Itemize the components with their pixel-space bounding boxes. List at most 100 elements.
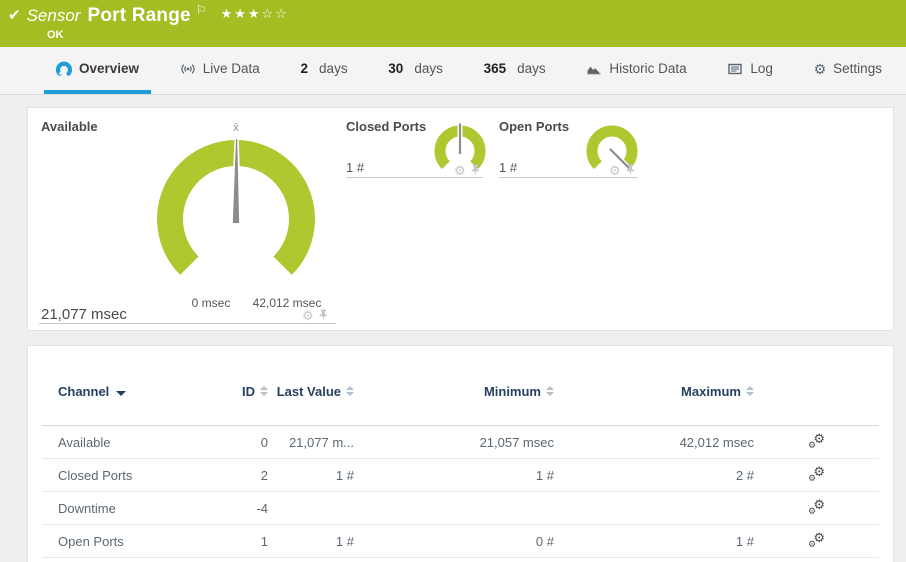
sort-icon [346,385,354,396]
tab-label: Settings [833,61,882,76]
tab-bar: Overview Live Data 2 days 30 days 365 da… [0,47,906,95]
pin-icon[interactable] [318,309,329,322]
column-header-last-value[interactable]: Last Value [268,384,354,399]
historic-data-chart-icon [587,66,601,74]
cell-last-value: 1 # [335,468,354,483]
channel-settings-icon[interactable]: ⚙ ⚙ [808,432,825,450]
tab-log[interactable]: Log [715,47,785,94]
cell-maximum: 1 # [735,534,754,549]
cell-id: 1 [260,534,268,549]
gauge-mini-icons: ⚙ [609,164,636,177]
column-header-channel[interactable]: Channel [42,384,172,399]
sort-icon [546,385,554,396]
column-header-id[interactable]: ID [172,384,268,399]
log-list-icon [728,63,743,74]
sort-caret-down-icon [116,391,127,396]
sort-icon [260,385,268,396]
status-badge: OK [47,29,64,41]
tab-label: Log [750,61,773,76]
tab-label: days [414,61,443,76]
gauge-title-open-ports: Open Ports [499,119,570,134]
gauge-min-label: 0 msec [191,296,231,310]
cell-channel[interactable]: Downtime [42,492,172,525]
tab-settings[interactable]: ⚙ Settings [802,47,894,94]
divider [499,177,638,178]
table-row-closed-ports[interactable]: Closed Ports 2 1 # 1 # 2 # ⚙ ⚙ [42,459,879,492]
gauges-panel: Available x̄ 0 msec 42,012 msec 21,077 m… [27,107,894,331]
gauge-mini-icons: ⚙ [454,164,481,177]
open-ports-last-value: 1 # [499,160,518,175]
settings-gear-icon: ⚙ [813,60,827,77]
sensor-kind-label: Sensor [26,6,81,25]
closed-ports-last-value: 1 # [346,160,365,175]
cell-channel[interactable]: Available [42,426,172,459]
cell-id: 0 [260,435,268,450]
mean-marker: x̄ [233,122,239,134]
cell-id: -4 [256,501,268,516]
channels-table-panel: Channel ID Last Value Minimum Maximum Av… [27,345,894,562]
cell-maximum: 2 # [735,468,754,483]
channel-settings-icon[interactable]: ⚙ ⚙ [808,498,825,516]
cell-channel[interactable]: Open Ports [42,525,172,558]
cell-last-value: 21,077 m... [288,435,354,450]
sensor-header-line: ✔ Sensor Port Range ⚐ ★★★☆☆ [8,3,289,27]
divider [39,323,336,324]
priority-star-rating[interactable]: ★★★☆☆ [221,6,289,22]
available-gauge: x̄ [157,122,315,275]
tab-overview[interactable]: Overview [44,47,152,94]
tab-label: days [319,61,348,76]
gauge-icon [56,61,72,76]
column-label: Last Value [276,384,341,399]
cell-channel[interactable]: Closed Ports [42,459,172,492]
cell-minimum: 1 # [535,468,554,483]
table-row-available[interactable]: Available 0 21,077 m... 21,057 msec 42,0… [42,426,879,459]
flag-icon[interactable]: ⚐ [196,3,207,17]
cell-minimum: 0 # [535,534,554,549]
pin-icon[interactable] [470,164,481,177]
available-last-value: 21,077 msec [41,306,127,323]
channel-settings-icon[interactable]: ⚙ ⚙ [808,531,825,549]
table-row-open-ports[interactable]: Open Ports 1 1 # 0 # 1 # ⚙ ⚙ [42,525,879,558]
tab-365-days[interactable]: 365 days [472,47,558,94]
tab-label: days [517,61,546,76]
divider [346,177,483,178]
sensor-header: ✔ Sensor Port Range ⚐ ★★★☆☆ OK [0,0,906,47]
sort-icon [746,385,754,396]
table-row-downtime[interactable]: Downtime -4 ⚙ ⚙ [42,492,879,525]
gauge-title-closed-ports: Closed Ports [346,119,427,134]
column-header-maximum[interactable]: Maximum [554,384,754,399]
page-title: Port Range [87,5,191,26]
column-label: Minimum [483,384,541,399]
live-data-icon [181,63,195,74]
gauge-max-label: 42,012 msec [252,296,322,310]
cell-last-value: 1 # [335,534,354,549]
tab-30-days[interactable]: 30 days [376,47,455,94]
gear-icon[interactable]: ⚙ [609,164,621,177]
table-header-row: Channel ID Last Value Minimum Maximum [42,346,879,426]
prtg-sensor-page: ✔ Sensor Port Range ⚐ ★★★☆☆ OK Overview [0,0,906,562]
column-label: ID [242,384,255,399]
tab-live-data[interactable]: Live Data [168,47,272,94]
status-ok-check-icon: ✔ [8,7,21,24]
column-label: Channel [58,384,110,399]
cell-maximum: 42,012 msec [679,435,754,450]
tab-label: Overview [79,61,140,76]
channels-table: Channel ID Last Value Minimum Maximum Av… [42,346,879,558]
tab-number: 365 [483,61,507,76]
gauge-mini-icons: ⚙ [302,309,329,322]
tab-number: 2 [300,61,309,76]
tab-label: Live Data [202,61,260,76]
gear-icon[interactable]: ⚙ [302,309,314,322]
pin-icon[interactable] [625,164,636,177]
tab-number: 30 [388,61,404,76]
gear-icon[interactable]: ⚙ [454,164,466,177]
column-header-minimum[interactable]: Minimum [354,384,554,399]
tab-2-days[interactable]: 2 days [289,47,360,94]
channel-settings-icon[interactable]: ⚙ ⚙ [808,465,825,483]
cell-id: 2 [260,468,268,483]
column-label: Maximum [681,384,741,399]
gauge-title-available: Available [41,119,98,134]
cell-minimum: 21,057 msec [479,435,554,450]
tab-label: Historic Data [609,61,687,76]
tab-historic-data[interactable]: Historic Data [574,47,698,94]
